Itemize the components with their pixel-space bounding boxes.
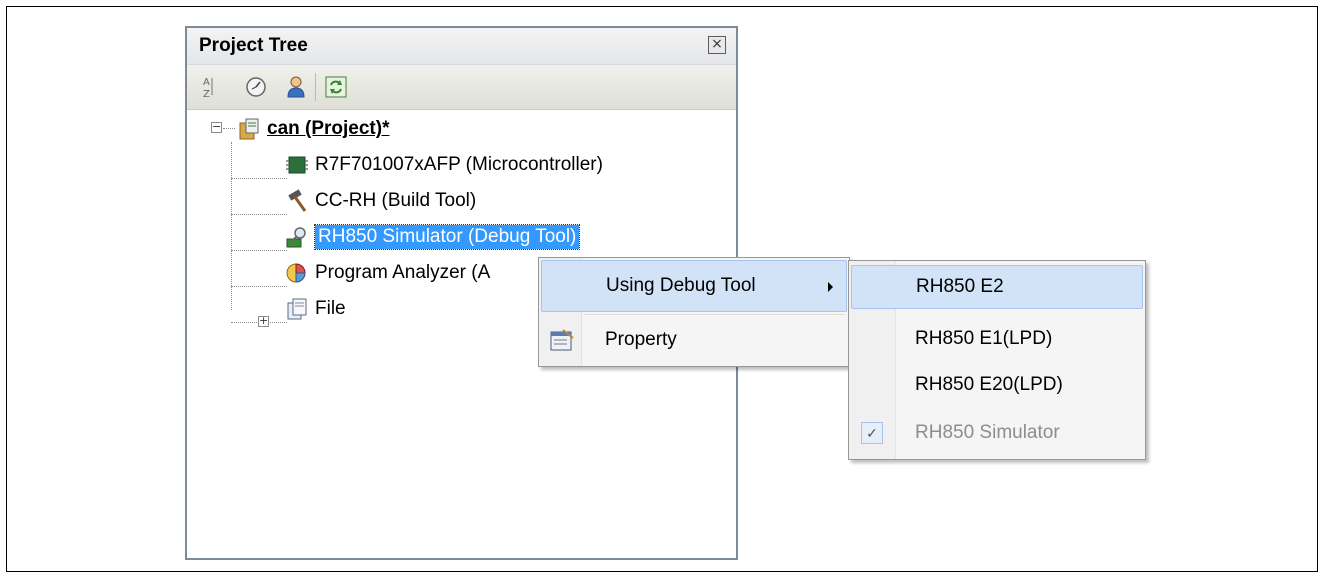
svg-text:Z: Z [203,89,210,99]
menu-item-using-debug-tool[interactable]: Using Debug Tool [541,260,847,312]
hammer-icon [288,189,307,212]
project-icon [239,118,259,140]
microcontroller-icon [286,156,308,174]
expand-toggle[interactable]: + [258,315,269,327]
tree-guide-line [223,128,235,129]
submenu-item-rh850-e20-lpd[interactable]: RH850 E20(LPD) [851,363,1143,407]
refresh-icon[interactable] [323,74,349,100]
tree-item-file[interactable]: File [285,294,346,324]
tree-item-microcontroller[interactable]: R7F701007xAFP (Microcontroller) [285,150,603,180]
file-folder-icon [287,298,307,320]
menu-item-label-disabled: RH850 Simulator [915,422,1060,443]
submenu-item-rh850-e1-lpd[interactable]: RH850 E1(LPD) [851,317,1143,361]
tree-guide-line [231,286,287,287]
menu-item-property[interactable]: Property [541,316,847,364]
tree-item-label: R7F701007xAFP (Microcontroller) [315,154,603,175]
debug-tool-submenu: RH850 E2 RH850 E1(LPD) RH850 E20(LPD) ✓ … [848,260,1146,460]
menu-item-label: Property [605,329,677,350]
pie-chart-icon [286,263,306,283]
toolbar-separator [315,73,316,101]
user-icon[interactable] [283,74,309,100]
menu-item-label: RH850 E1(LPD) [915,328,1053,349]
svg-text:A: A [203,77,210,88]
submenu-arrow-icon [828,282,833,292]
tree-item-label: File [315,298,346,319]
property-icon [550,329,574,351]
tree-guide-line [231,250,287,251]
close-icon[interactable]: × [708,36,726,54]
menu-item-label: RH850 E20(LPD) [915,374,1063,395]
tree-guide-line [231,178,287,179]
panel-titlebar: Project Tree × [187,28,736,65]
collapse-toggle[interactable]: − [211,121,222,133]
tree-item-debug-tool[interactable]: RH850 Simulator (Debug Tool) [285,222,581,252]
clock-icon[interactable] [243,74,269,100]
tree-guide-line [231,142,232,310]
menu-item-label: RH850 E2 [916,276,1004,297]
tree-item-program-analyzer[interactable]: Program Analyzer (A [285,258,490,288]
debug-tool-icon [286,227,306,248]
tree-item-label-selected: RH850 Simulator (Debug Tool) [313,224,581,250]
tree-guide-line [231,214,287,215]
tree-item-label: Program Analyzer (A [315,262,491,283]
panel-title: Project Tree [199,35,308,56]
tree-item-project[interactable]: can (Project)* [237,114,389,144]
tree-item-build-tool[interactable]: CC-RH (Build Tool) [285,186,476,216]
project-label: can (Project)* [267,118,390,139]
menu-separator [583,314,845,315]
submenu-item-rh850-simulator[interactable]: ✓ RH850 Simulator [851,411,1143,455]
tree-item-label: CC-RH (Build Tool) [315,190,477,211]
context-menu: Using Debug Tool Property [538,257,850,367]
checkmark-icon: ✓ [861,422,883,444]
sort-az-icon[interactable]: AZ [195,74,221,100]
panel-toolbar: AZ [187,65,736,110]
menu-item-label: Using Debug Tool [606,275,756,296]
submenu-item-rh850-e2[interactable]: RH850 E2 [851,265,1143,309]
